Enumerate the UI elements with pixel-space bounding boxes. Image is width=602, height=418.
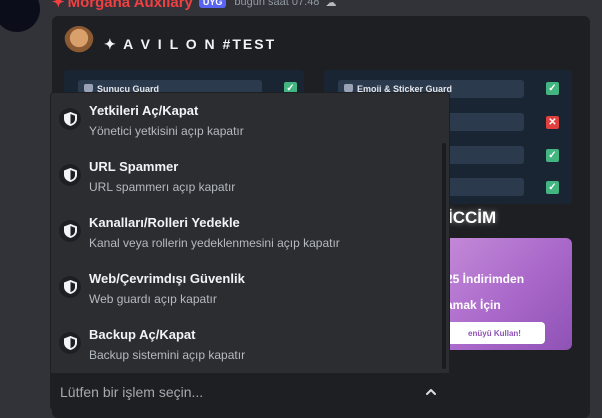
option-description: URL spammerı açıp kapatır (89, 180, 236, 194)
shield-icon (59, 332, 81, 354)
shield-icon (59, 164, 81, 186)
cloud-icon: ☁ (325, 0, 337, 9)
embed-title: ✦ A V I L O N #TEST (104, 36, 277, 52)
author-prefix: ✦ (52, 0, 65, 11)
select-menu-dropdown: Yetkileri Aç/Kapat Yönetici yetkisini aç… (50, 92, 450, 374)
app-badge: UYG (198, 0, 227, 8)
option-description: Kanal veya rollerin yedeklenmesini açıp … (89, 236, 340, 250)
check-on-icon: ✓ (546, 82, 559, 95)
author-name[interactable]: ✦ Morgana Auxilary (52, 0, 193, 11)
option-label: Yetkileri Aç/Kapat (89, 103, 199, 118)
shield-icon (59, 108, 81, 130)
promo-line-2: amak İçin (446, 298, 501, 312)
select-option-yedekle[interactable]: Kanalları/Rolleri Yedekle Kanal veya rol… (51, 205, 443, 257)
option-label: Backup Aç/Kapat (89, 327, 196, 342)
select-option-yetkiler[interactable]: Yetkileri Aç/Kapat Yönetici yetkisini aç… (51, 93, 443, 145)
option-label: Web/Çevrimdışı Güvenlik (89, 271, 245, 286)
embed-big-label: İCCİM (448, 208, 497, 227)
select-option-web-guvenlik[interactable]: Web/Çevrimdışı Güvenlik Web guardı açıp … (51, 261, 443, 313)
option-description: Yönetici yetkisini açıp kapatır (89, 124, 244, 138)
dropdown-scrollbar[interactable] (442, 143, 446, 369)
author-label: Morgana Auxilary (67, 0, 193, 11)
promo-banner: 25 İndirimden amak İçin enüyü Kullan! (444, 238, 572, 350)
shield-icon (59, 220, 81, 242)
bot-avatar[interactable] (0, 0, 40, 32)
scrollbar-thumb[interactable] (442, 143, 446, 369)
message-timestamp: bugün saat 07:48 (234, 0, 320, 8)
select-option-url-spammer[interactable]: URL Spammer URL spammerı açıp kapatır (51, 149, 443, 201)
shield-icon (59, 276, 81, 298)
select-option-backup[interactable]: Backup Aç/Kapat Backup sistemini açıp ka… (51, 317, 443, 369)
embed-thumbnail (64, 26, 94, 56)
check-off-icon: ✕ (546, 116, 559, 129)
promo-button[interactable]: enüyü Kullan! (444, 322, 545, 344)
option-label: Kanalları/Rolleri Yedekle (89, 215, 240, 230)
select-menu-input[interactable]: Lütfen bir işlem seçin... (50, 374, 450, 410)
message-header: ✦ Morgana Auxilary UYG bugün saat 07:48 ☁ (52, 0, 337, 11)
select-placeholder: Lütfen bir işlem seçin... (60, 384, 204, 400)
option-label: URL Spammer (89, 159, 179, 174)
check-on-icon: ✓ (546, 181, 559, 194)
check-on-icon: ✓ (546, 149, 559, 162)
promo-line-1: 25 İndirimden (446, 272, 525, 286)
option-description: Web guardı açıp kapatır (89, 292, 217, 306)
chevron-up-icon[interactable] (425, 386, 437, 398)
option-description: Backup sistemini açıp kapatır (89, 348, 246, 362)
